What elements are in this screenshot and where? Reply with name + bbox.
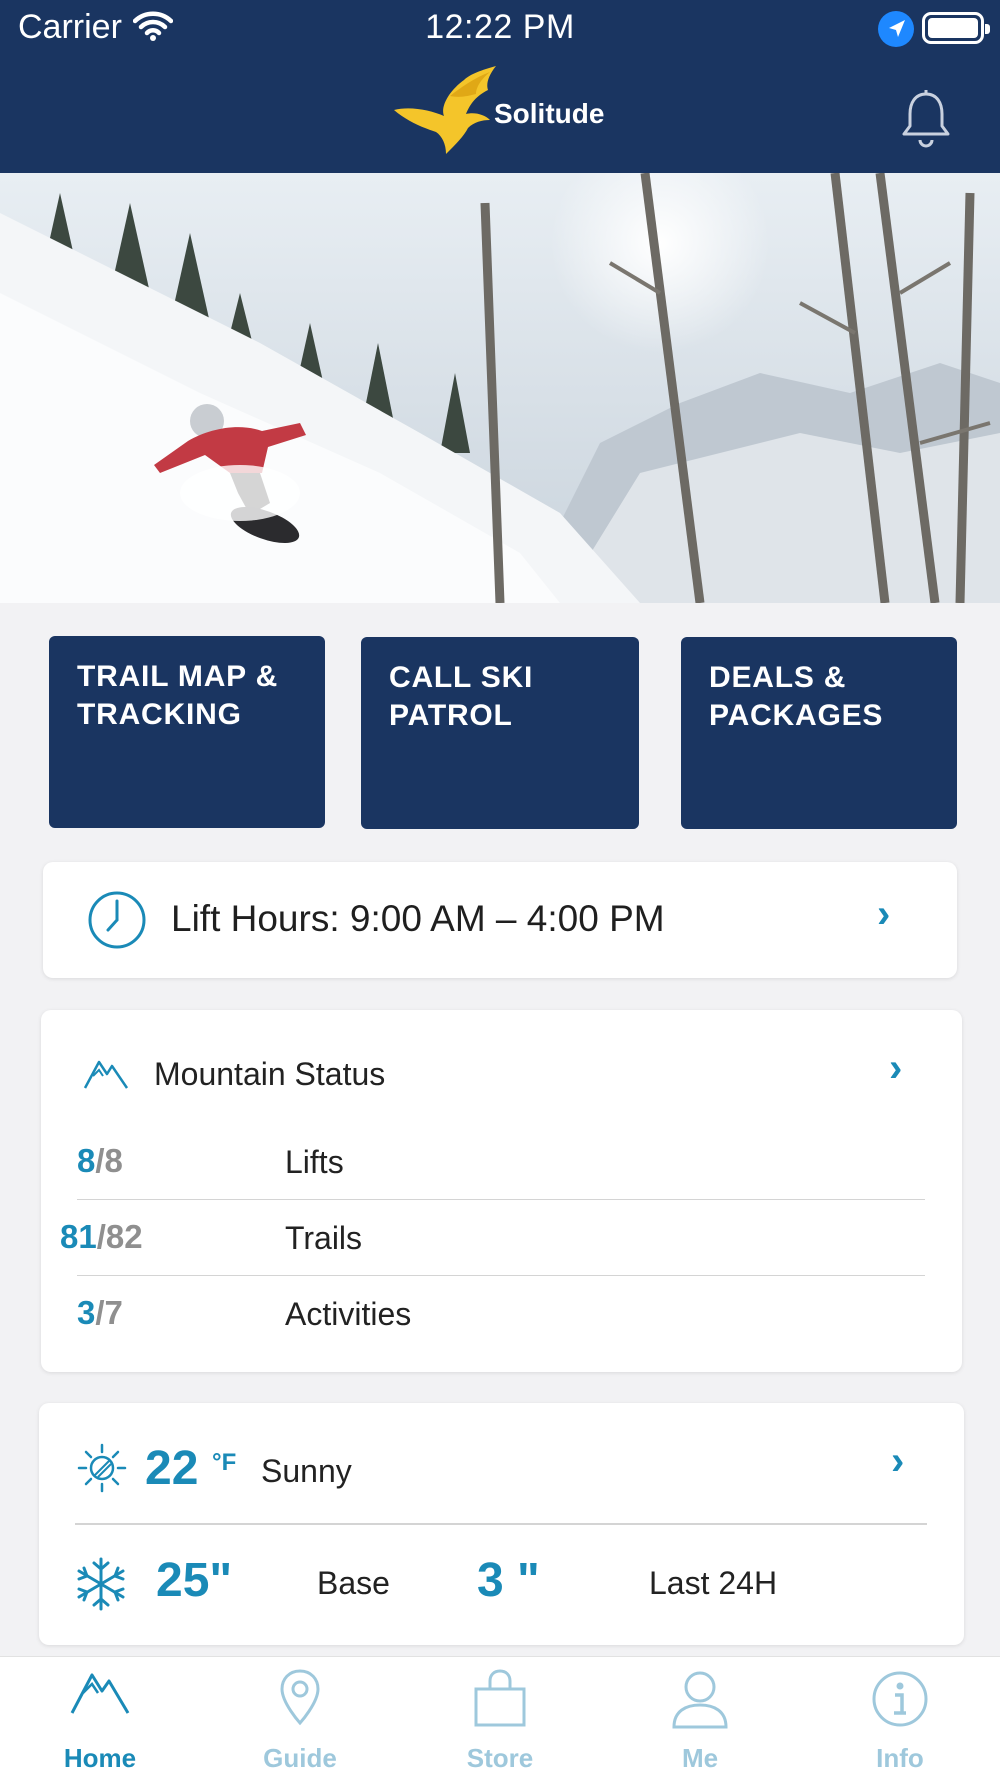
map-pin-icon (280, 1669, 320, 1726)
tab-label: Guide (263, 1743, 337, 1773)
chevron-right-icon: › (889, 1046, 903, 1090)
mountain-status-card[interactable]: Mountain Status › 8/8 Lifts 81/82 Trails… (41, 1010, 962, 1372)
battery-icon (922, 12, 990, 44)
chevron-right-icon: › (877, 892, 891, 936)
weather-card[interactable]: 22 °F Sunny › 25" Base 3 " Last 24H (39, 1403, 964, 1645)
tile-label-line1: TRAIL MAP & (77, 660, 279, 693)
tab-bar: Home Guide Store Me Info (0, 1656, 1000, 1778)
mountain-status-title: Mountain Status (154, 1056, 386, 1092)
lifts-label: Lifts (285, 1144, 344, 1180)
tab-label: Home (63, 1743, 137, 1773)
trails-label: Trails (285, 1220, 363, 1256)
logo-text: Solitude (494, 98, 605, 129)
hero-image (0, 173, 1000, 603)
base-depth-label: Base (317, 1565, 390, 1601)
tab-guide[interactable]: Guide (200, 1657, 400, 1778)
temperature-unit: °F (212, 1449, 237, 1476)
location-icon (878, 11, 914, 47)
trail-map-tracking-button[interactable]: TRAIL MAP & TRACKING (49, 636, 325, 828)
tab-label: Info (876, 1743, 924, 1773)
lifts-count: 8/8 (77, 1142, 123, 1179)
mountain-icon (83, 1060, 129, 1089)
tab-info[interactable]: Info (800, 1657, 1000, 1778)
snowflake-icon (77, 1557, 125, 1611)
mountain-icon (70, 1673, 130, 1714)
tile-label-line1: DEALS & (709, 661, 847, 694)
sun-icon (77, 1443, 127, 1493)
temperature-value: 22 (145, 1442, 199, 1495)
trails-row: 81/82 Trails (60, 1200, 925, 1276)
person-icon (672, 1671, 728, 1729)
app-header: Carrier 12:22 PM Solitude (0, 0, 1000, 173)
tile-label-line1: CALL SKI (389, 661, 534, 694)
activities-count: 3/7 (77, 1294, 123, 1331)
status-time: 12:22 PM (425, 8, 575, 46)
deals-packages-button[interactable]: DEALS & PACKAGES (681, 637, 957, 829)
chevron-right-icon: › (891, 1439, 905, 1483)
tab-label: Me (681, 1743, 719, 1773)
trails-count: 81/82 (60, 1218, 143, 1255)
base-depth-value: 25" (156, 1554, 233, 1607)
divider (75, 1523, 927, 1525)
lift-hours-card[interactable]: Lift Hours: 9:00 AM – 4:00 PM › (43, 862, 957, 978)
tab-home[interactable]: Home (0, 1657, 200, 1778)
lifts-row: 8/8 Lifts (77, 1124, 925, 1200)
tile-label-line2: PATROL (389, 699, 513, 732)
tile-label-line2: TRACKING (77, 698, 242, 731)
lift-hours-label: Lift Hours: 9:00 AM – 4:00 PM (171, 898, 665, 939)
activities-row: 3/7 Activities (77, 1276, 925, 1352)
clock-icon (88, 891, 146, 949)
shopping-bag-icon (474, 1669, 526, 1727)
activities-label: Activities (285, 1296, 412, 1332)
notification-bell-icon[interactable] (898, 88, 954, 152)
call-ski-patrol-button[interactable]: CALL SKI PATROL (361, 637, 639, 829)
tab-store[interactable]: Store (400, 1657, 600, 1778)
new-snow-label: Last 24H (649, 1565, 778, 1601)
tab-me[interactable]: Me (600, 1657, 800, 1778)
tile-label-line2: PACKAGES (709, 699, 884, 732)
tab-label: Store (466, 1743, 534, 1773)
weather-condition: Sunny (261, 1453, 352, 1489)
new-snow-value: 3 " (477, 1554, 540, 1607)
info-icon (872, 1671, 928, 1727)
